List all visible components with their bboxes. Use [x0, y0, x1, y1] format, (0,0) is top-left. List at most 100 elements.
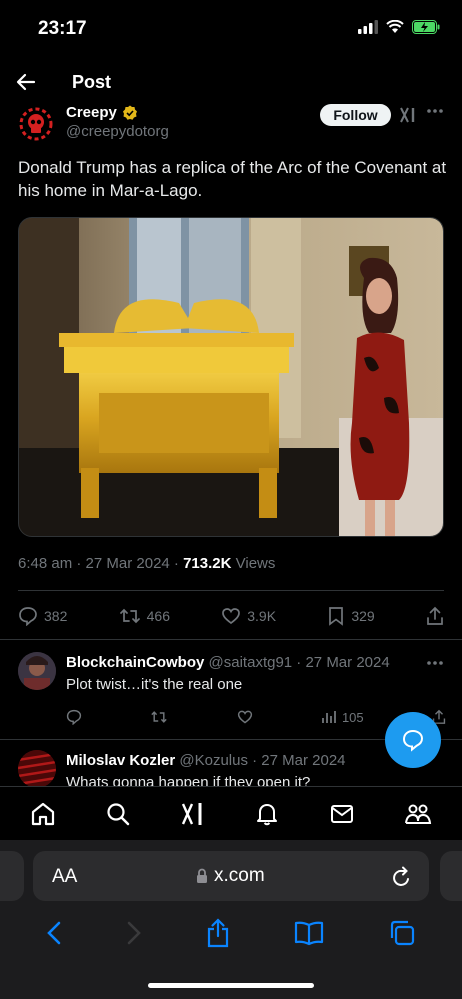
page-title: Post: [72, 72, 112, 92]
bookmark-icon: [329, 607, 344, 626]
reload-icon: [393, 866, 409, 886]
more-icon: [427, 661, 443, 665]
reply-author[interactable]: Miloslav Kozler @Kozulus · 27 Mar 2024: [66, 752, 346, 769]
mail-icon: [330, 804, 353, 823]
wifi-icon: [386, 20, 404, 33]
browser-back-button[interactable]: [46, 920, 62, 946]
reload-button[interactable]: [392, 866, 412, 888]
home-icon: [32, 802, 55, 825]
reply-author-meta: @saitaxtg91 · 27 Mar 2024: [204, 654, 390, 671]
share-button[interactable]: [426, 606, 444, 626]
repost-count: 466: [146, 608, 170, 624]
communities-icon: [404, 804, 431, 824]
tab-search[interactable]: [105, 801, 131, 827]
chevron-right-icon: [127, 921, 141, 945]
grok-button[interactable]: [400, 107, 418, 123]
repost-icon: [119, 608, 140, 624]
chat-bubble-icon: [402, 729, 424, 752]
views-count: 713.2K: [183, 555, 232, 572]
reply-reply-button[interactable]: [66, 709, 82, 725]
reply-like-button[interactable]: [237, 709, 253, 725]
analytics-icon: [322, 711, 336, 723]
reply-repost-button[interactable]: [150, 709, 168, 725]
tab-home[interactable]: [30, 801, 56, 827]
author-name[interactable]: Creepy: [66, 104, 138, 121]
url-field[interactable]: x.com: [196, 865, 265, 887]
status-icons: [358, 20, 440, 34]
signal-icon: [358, 20, 378, 34]
tab-grok[interactable]: [180, 801, 206, 827]
avatar-image: [18, 652, 56, 690]
reply-avatar[interactable]: [18, 750, 56, 788]
tabs-icon: [390, 920, 415, 946]
next-tab-preview[interactable]: [440, 851, 462, 901]
ark-photo-illustration: [19, 218, 443, 536]
tweet-photo[interactable]: [18, 217, 444, 537]
previous-tab-preview[interactable]: [0, 851, 24, 901]
more-options-button[interactable]: [426, 108, 444, 114]
follow-button[interactable]: Follow: [320, 104, 391, 126]
browser-share-button[interactable]: [206, 918, 230, 948]
back-arrow-icon: [16, 73, 36, 91]
heart-icon: [237, 710, 252, 724]
verified-badge-icon: [122, 105, 137, 120]
views-label: Views: [231, 555, 276, 572]
tweet-meta: 6:48 am · 27 Mar 2024 · 713.2K Views: [18, 555, 275, 572]
divider: [0, 639, 462, 640]
text-size-button[interactable]: AA: [52, 866, 77, 888]
reply-text: Whats gonna happen if they open it?: [66, 774, 311, 786]
author-name-text: Creepy: [66, 104, 117, 121]
reply-author-name: Miloslav Kozler: [66, 752, 176, 769]
browser-forward-button[interactable]: [126, 920, 142, 946]
battery-charging-icon: [412, 20, 440, 34]
bookmark-button[interactable]: 329: [327, 606, 375, 626]
reply-views[interactable]: 105: [321, 709, 364, 725]
share-icon: [427, 606, 443, 625]
tab-notifications[interactable]: [254, 801, 280, 827]
tweet-text: Donald Trump has a replica of the Arc of…: [18, 158, 447, 200]
bookmark-count: 329: [351, 608, 375, 624]
grok-icon: [181, 802, 202, 825]
reply-more-button[interactable]: [426, 660, 444, 666]
divider: [18, 590, 444, 591]
search-icon: [107, 802, 130, 825]
tabs-button[interactable]: [388, 919, 416, 947]
grok-icon: [400, 107, 415, 123]
avatar-image: [18, 750, 56, 788]
heart-icon: [222, 608, 241, 625]
reply-views-count: 105: [341, 709, 364, 725]
reply-author[interactable]: BlockchainCowboy @saitaxtg91 · 27 Mar 20…: [66, 654, 390, 671]
tab-communities[interactable]: [404, 801, 432, 827]
bookmarks-button[interactable]: [294, 920, 324, 946]
share-icon: [207, 918, 229, 948]
lock-icon: [197, 868, 207, 883]
bottom-tab-bar: [0, 786, 462, 840]
reply-author-meta: @Kozulus · 27 Mar 2024: [175, 752, 346, 769]
like-count: 3.9K: [247, 608, 277, 624]
like-button[interactable]: 3.9K: [221, 606, 276, 626]
reply-count: 382: [44, 608, 68, 624]
repost-icon: [151, 711, 168, 723]
reply-avatar[interactable]: [18, 652, 56, 690]
home-indicator: [148, 983, 314, 988]
tab-messages[interactable]: [329, 801, 355, 827]
reply-icon: [19, 607, 37, 626]
book-icon: [294, 921, 324, 946]
reply-text: Plot twist…it's the real one: [66, 676, 243, 693]
safari-toolbar: [0, 916, 462, 950]
chevron-left-icon: [47, 921, 61, 945]
back-button[interactable]: [16, 72, 36, 92]
author-avatar[interactable]: [18, 106, 54, 142]
reply-author-name: BlockchainCowboy: [66, 654, 205, 671]
reply-compose-fab[interactable]: [385, 712, 441, 768]
bell-icon: [257, 803, 278, 825]
author-handle: @creepydotorg: [66, 123, 169, 140]
repost-button[interactable]: 466: [119, 606, 170, 626]
reply-icon: [66, 709, 82, 725]
url-text: x.com: [214, 865, 265, 886]
tweet-actions: 382 466 3.9K 329: [18, 604, 444, 628]
skull-logo: [19, 107, 53, 141]
tweet-time: 6:48 am · 27 Mar 2024 ·: [18, 555, 184, 572]
reply-button[interactable]: 382: [18, 606, 67, 626]
status-time: 23:17: [38, 18, 87, 39]
